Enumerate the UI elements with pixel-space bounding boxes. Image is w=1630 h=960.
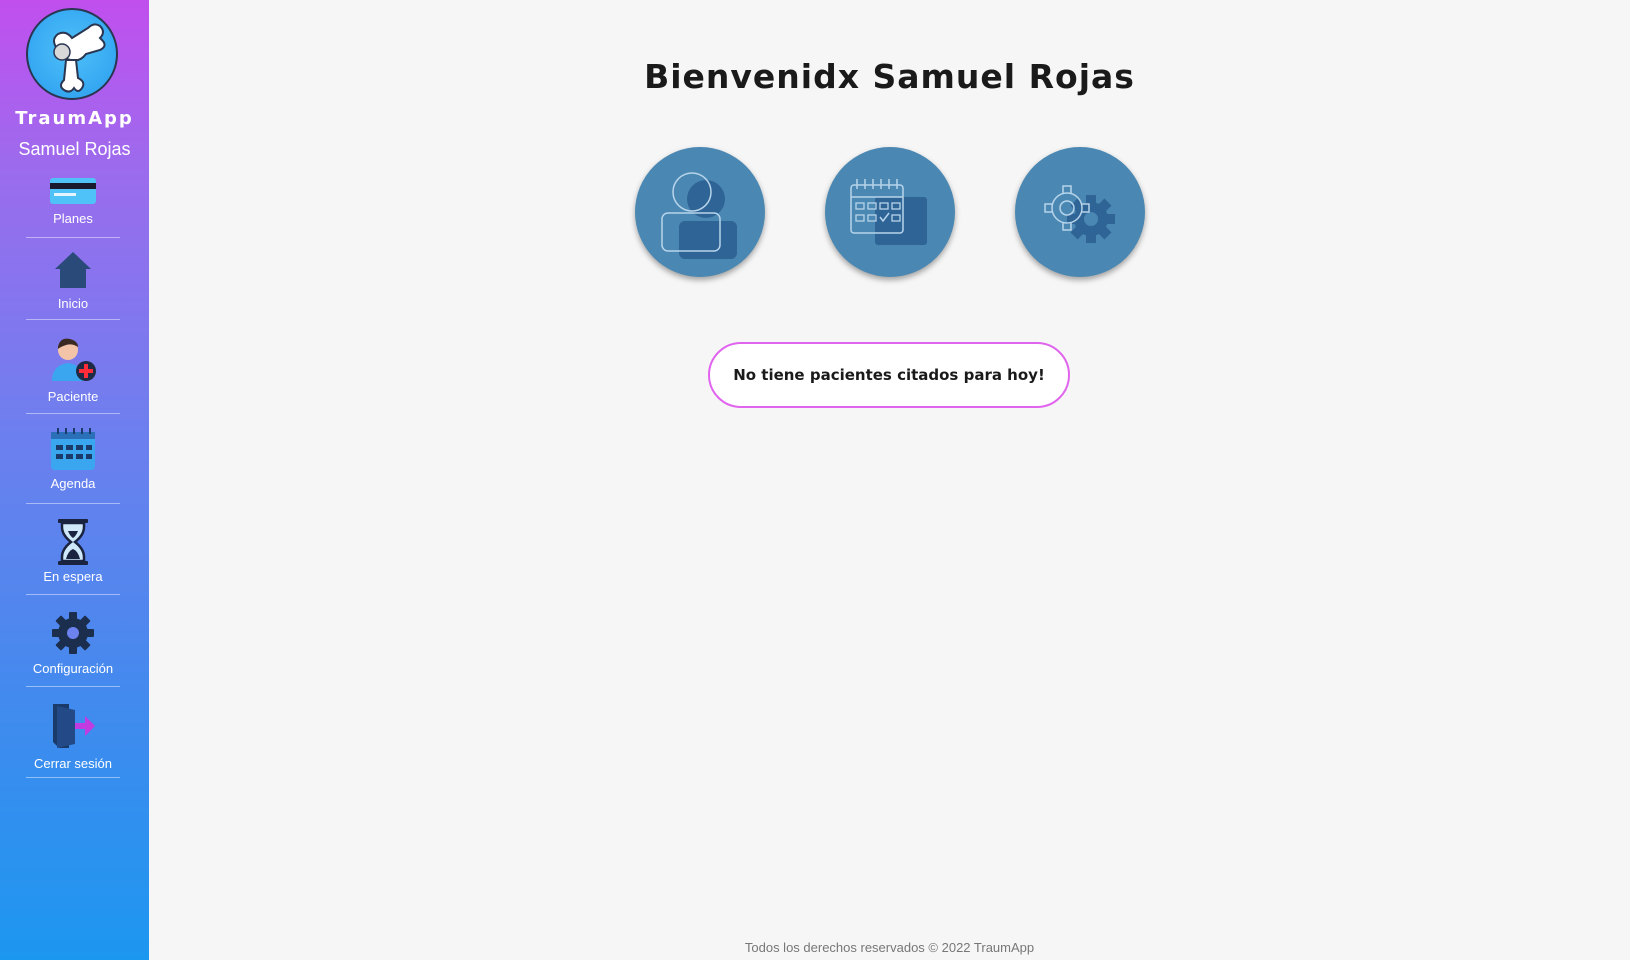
- calendar-icon: [51, 428, 95, 470]
- settings-button[interactable]: [1015, 147, 1145, 277]
- sidebar-item-planes[interactable]: Planes: [26, 176, 120, 238]
- patient-profile-button[interactable]: [635, 147, 765, 277]
- page-title: Bienvenidx Samuel Rojas: [644, 57, 1135, 96]
- footer-copyright: Todos los derechos reservados © 2022 Tra…: [744, 940, 1035, 955]
- hourglass-icon: [58, 519, 88, 565]
- sidebar-item-label: Paciente: [47, 389, 99, 404]
- sidebar-user-name: Samuel Rojas: [18, 139, 131, 159]
- no-appointments-notice: No tiene pacientes citados para hoy!: [708, 342, 1070, 408]
- calendar-icon: [850, 179, 927, 245]
- sidebar-item-configuracion[interactable]: Configuración: [26, 611, 120, 687]
- schedule-button[interactable]: [825, 147, 955, 277]
- bone-logo-icon: [26, 8, 118, 100]
- credit-card-icon: [50, 178, 96, 204]
- sidebar-item-label: En espera: [43, 569, 103, 584]
- user-profile-icon: [661, 172, 737, 259]
- sidebar-item-label: Planes: [53, 211, 93, 226]
- gears-icon: [1044, 185, 1115, 243]
- gear-icon: [52, 612, 94, 654]
- add-patient-icon: [52, 338, 96, 381]
- logout-door-icon: [53, 704, 95, 748]
- sidebar-item-label: Agenda: [50, 476, 96, 491]
- sidebar-item-cerrar-sesion[interactable]: Cerrar sesión: [26, 702, 120, 778]
- sidebar-item-inicio[interactable]: Inicio: [26, 250, 120, 320]
- sidebar-item-en-espera[interactable]: En espera: [26, 519, 120, 595]
- sidebar-item-label: Cerrar sesión: [33, 756, 113, 771]
- sidebar-item-label: Inicio: [57, 296, 89, 311]
- app-brand: TraumApp: [15, 108, 134, 129]
- sidebar-item-agenda[interactable]: Agenda: [26, 428, 120, 504]
- sidebar: TraumApp Samuel Rojas Planes Inicio Paci…: [0, 0, 149, 960]
- sidebar-item-label: Configuración: [32, 661, 114, 676]
- home-icon: [55, 252, 91, 288]
- sidebar-item-paciente[interactable]: Paciente: [26, 335, 120, 414]
